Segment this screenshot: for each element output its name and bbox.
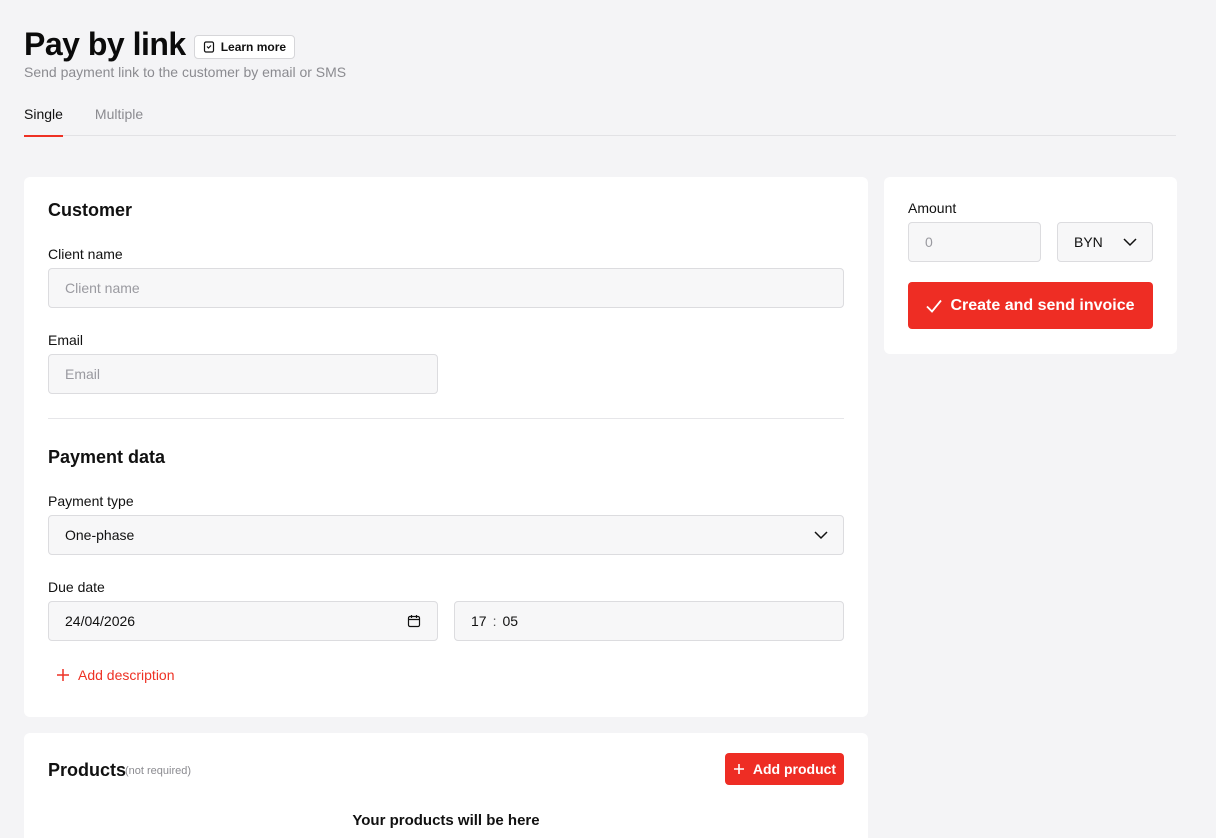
tab-bar: Single Multiple bbox=[24, 106, 1176, 137]
page-header: Pay by link Learn more bbox=[24, 26, 296, 63]
customer-section-title: Customer bbox=[48, 200, 133, 220]
products-note: (not required) bbox=[125, 765, 192, 777]
tab-single[interactable]: Single bbox=[24, 106, 63, 137]
calendar-icon[interactable] bbox=[407, 614, 421, 628]
amount-input[interactable]: 0 bbox=[908, 222, 1041, 262]
section-divider bbox=[48, 418, 844, 419]
client-name-label: Client name bbox=[48, 246, 123, 262]
document-icon bbox=[203, 40, 214, 53]
time-separator: : bbox=[492, 613, 497, 629]
learn-more-label: Learn more bbox=[220, 39, 287, 54]
due-date-label: Due date bbox=[48, 579, 105, 595]
email-input[interactable]: Email bbox=[48, 354, 438, 394]
chevron-down-icon bbox=[814, 531, 828, 540]
amount-label: Amount bbox=[908, 200, 957, 216]
tab-multiple[interactable]: Multiple bbox=[95, 106, 143, 136]
plus-icon bbox=[733, 764, 744, 774]
products-empty-state: Your products will be here bbox=[352, 812, 540, 829]
checkmark-icon bbox=[926, 299, 943, 313]
create-send-invoice-label: Create and send invoice bbox=[950, 296, 1135, 314]
due-time-input[interactable]: 17 : 05 bbox=[454, 601, 844, 641]
amount-placeholder: 0 bbox=[925, 234, 933, 250]
add-product-button[interactable]: Add product bbox=[725, 753, 844, 785]
products-card: Products (not required) Add product Your… bbox=[24, 733, 868, 838]
page-subtitle: Send payment link to the customer by ema… bbox=[24, 64, 347, 80]
currency-select[interactable]: BYN bbox=[1057, 222, 1153, 262]
due-date-input[interactable]: 24/04/2026 bbox=[48, 601, 438, 641]
add-product-label: Add product bbox=[752, 761, 837, 777]
products-title: Products bbox=[48, 760, 127, 780]
chevron-down-icon bbox=[1123, 238, 1137, 247]
create-send-invoice-button[interactable]: Create and send invoice bbox=[908, 282, 1153, 329]
plus-icon bbox=[57, 669, 69, 681]
payment-section-title: Payment data bbox=[48, 447, 166, 467]
page-title: Pay by link bbox=[24, 26, 186, 62]
due-time-minute[interactable]: 05 bbox=[502, 613, 518, 629]
due-time-hour[interactable]: 17 bbox=[471, 613, 487, 629]
customer-payment-card: Customer Client name Client name Email E… bbox=[24, 177, 868, 717]
email-label: Email bbox=[48, 332, 84, 348]
currency-value: BYN bbox=[1074, 234, 1103, 250]
add-description-label: Add description bbox=[78, 667, 175, 683]
learn-more-button[interactable]: Learn more bbox=[193, 34, 296, 59]
amount-card: Amount 0 BYN Create and send invoice bbox=[884, 177, 1177, 354]
add-description-button[interactable]: Add description bbox=[56, 667, 175, 683]
payment-type-select[interactable]: One-phase bbox=[48, 515, 844, 555]
email-placeholder: Email bbox=[65, 366, 101, 382]
payment-type-label: Payment type bbox=[48, 493, 134, 509]
payment-type-value: One-phase bbox=[65, 527, 135, 543]
client-name-placeholder: Client name bbox=[65, 280, 140, 296]
due-date-value: 24/04/2026 bbox=[65, 613, 136, 629]
client-name-input[interactable]: Client name bbox=[48, 268, 844, 308]
